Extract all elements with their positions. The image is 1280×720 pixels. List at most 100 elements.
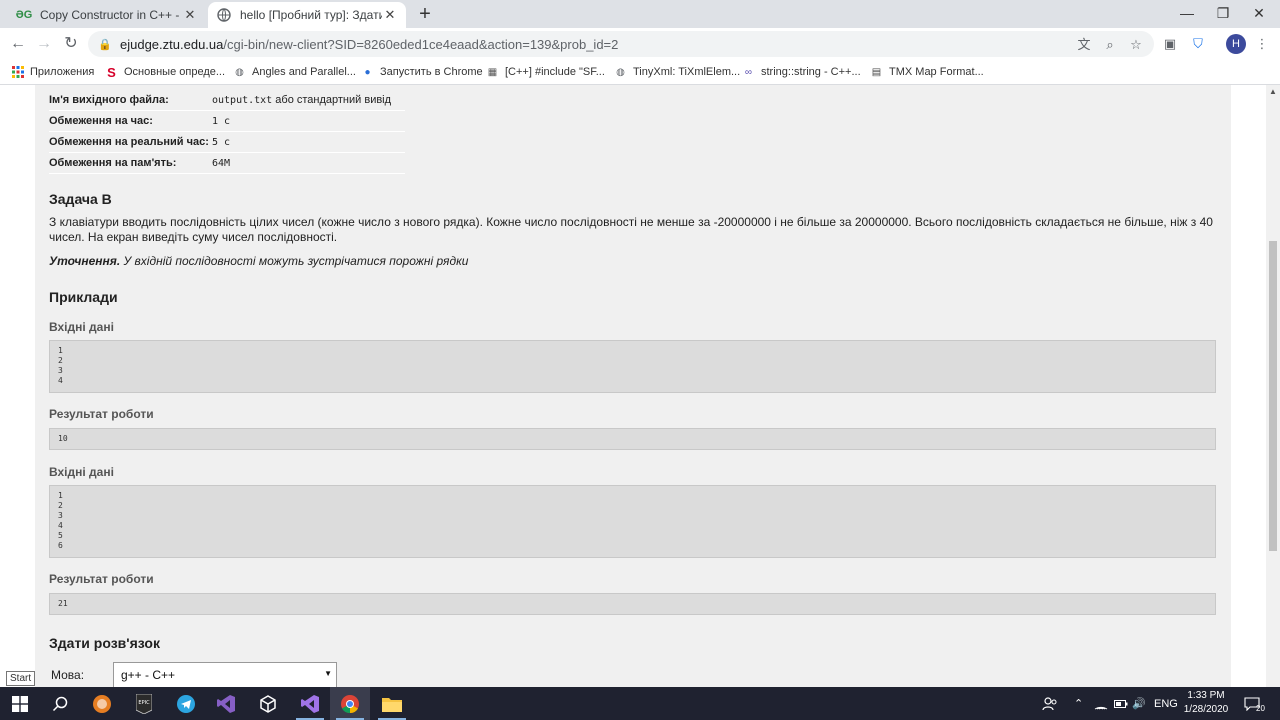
cplusplus-icon: ∞ [744,66,753,78]
examples-title: Приклади [49,289,118,305]
bookmark-item[interactable]: ◍ TinyXml: TiXmlElem... [614,63,740,81]
info-row-time-limit: Обмеження на час: 1 с [49,111,405,132]
start-tooltip: Start [6,671,36,686]
battery-icon[interactable] [1114,687,1128,720]
taskbar: EPIC ⌃ 🔊 ENG 1:33 PM 1/28/2020 20 [0,687,1280,720]
tab-ejudge[interactable]: hello [Пробний тур]: Здати розв'язок ✕ [208,2,406,28]
info-label: Ім'я вихідного файла: [49,94,169,106]
bookmark-item[interactable]: S Основные опреде... [105,63,225,81]
epic-games-icon[interactable]: EPIC [124,687,164,720]
example-input-line: 1 [58,346,63,355]
bookmark-apps[interactable]: Приложения [11,63,94,81]
avatar[interactable]: H [1226,34,1246,54]
network-icon[interactable] [1094,687,1108,720]
dropdown-arrow-icon: ▼ [324,669,332,678]
tab-title: Copy Constructor in C++ - GeeksforGeeks [40,8,182,22]
scroll-up-icon[interactable]: ▲ [1266,87,1280,96]
star-icon[interactable]: ☆ [1126,35,1146,55]
info-value: 5 с [212,136,231,148]
problem-note: Уточнення. У вхідній послідовності можут… [49,254,1219,269]
chevron-up-icon[interactable]: ⌃ [1074,687,1083,720]
bookmark-label: Angles and Parallel... [252,66,356,78]
bookmark-item[interactable]: ▦ [C++] #include "SF... [486,63,605,81]
bookmark-item[interactable]: ● Запустить в Chrome [361,63,482,81]
apps-grid-icon [11,66,24,79]
forward-button[interactable]: → [32,33,56,55]
info-row-output-file: Ім'я вихідного файла: output.txt або ста… [49,90,405,111]
zoom-icon[interactable]: ⌕ [1100,35,1120,55]
lock-icon: 🔒 [98,38,112,51]
example-input-label: Вхідні дані [49,320,114,334]
example-output-box: 10 [49,428,1216,450]
visual-studio-icon[interactable] [206,687,246,720]
problem-title: Задача B [49,191,112,207]
globe-icon [216,7,232,23]
example-output-line: 10 [58,434,68,443]
app-orange-icon[interactable] [82,687,122,720]
problem-panel: Ім'я вихідного файла: output.txt або ста… [35,85,1231,687]
info-row-memory-limit: Обмеження на пам'ять: 64M [49,153,405,174]
shield-icon[interactable]: ⛉ [1188,34,1208,54]
menu-icon[interactable]: ⋮ [1252,34,1272,54]
notification-icon[interactable]: 20 [1244,687,1265,720]
language-select[interactable]: g++ - C++ ▼ [113,662,337,687]
back-button[interactable]: ← [6,33,30,55]
bookmark-item[interactable]: ∞ string::string - C++... [742,63,861,81]
bookmark-label: [C++] #include "SF... [505,66,605,78]
note-text: У вхідній послідовності можуть зустрічат… [120,254,469,268]
info-value-suffix: або стандартний вивід [272,94,392,106]
close-icon[interactable]: ✕ [382,7,398,23]
visual-studio-2-icon[interactable] [290,687,330,720]
example-input-line: 3 [58,366,63,375]
bookmark-item[interactable]: ▤ TMX Map Format... [870,63,984,81]
example-output-label: Результат роботи [49,572,154,586]
translate-icon[interactable]: 文 [1074,35,1094,55]
s-logo-icon: S [107,64,116,80]
clock-date: 1/28/2020 [1183,704,1229,715]
note-label: Уточнення. [49,254,121,268]
address-bar[interactable]: 🔒 ejudge.ztu.edu.ua/cgi-bin/new-client?S… [88,31,1154,57]
volume-icon[interactable]: 🔊 [1132,687,1146,720]
info-row-real-time-limit: Обмеження на реальний час: 5 с [49,132,405,153]
planet-icon: ● [364,66,371,78]
submit-title: Здати розв'язок [49,635,160,651]
windows-start-icon[interactable] [0,687,40,720]
browser-toolbar: ← → ↻ 🔒 ejudge.ztu.edu.ua/cgi-bin/new-cl… [0,28,1280,60]
tab-strip: ƏG Copy Constructor in C++ - GeeksforGee… [0,0,1280,28]
example-input-line: 3 [58,511,63,520]
example-input-line: 1 [58,491,63,500]
bookmarks-bar: Приложения S Основные опреде... ◍ Angles… [0,60,1280,85]
bookmark-item[interactable]: ◍ Angles and Parallel... [233,63,356,81]
close-icon[interactable]: ✕ [182,7,198,23]
globe-icon: ◍ [616,66,625,78]
bookmark-label: string::string - C++... [761,66,861,78]
info-value: output.txt [212,95,273,106]
telegram-icon[interactable] [166,687,206,720]
new-tab-button[interactable]: + [414,4,436,26]
problem-info-table: Ім'я вихідного файла: output.txt або ста… [49,90,405,174]
example-input-box: 1 2 3 4 5 6 [49,485,1216,558]
scrollbar-thumb[interactable] [1269,241,1277,551]
tab-geeksforgeeks[interactable]: ƏG Copy Constructor in C++ - GeeksforGee… [8,2,206,28]
info-label: Обмеження на час: [49,115,153,127]
file-explorer-icon[interactable] [372,687,412,720]
page-scrollbar[interactable]: ▲ [1266,85,1280,687]
system-clock[interactable]: 1:33 PM 1/28/2020 [1180,689,1232,717]
example-input-line: 4 [58,376,63,385]
code-icon: ▦ [487,66,498,78]
input-language[interactable]: ENG [1154,687,1178,720]
search-icon[interactable] [40,687,80,720]
chrome-icon[interactable] [330,687,370,720]
people-icon[interactable] [1042,687,1058,720]
svg-text:EPIC: EPIC [138,700,150,706]
example-input-label: Вхідні дані [49,465,114,479]
example-input-box: 1 2 3 4 [49,340,1216,393]
reload-button[interactable]: ↻ [59,33,83,55]
extension-icon[interactable]: ▣ [1160,34,1180,54]
tab-title: hello [Пробний тур]: Здати розв'язок [240,8,382,22]
close-window-button[interactable]: ✕ [1236,0,1280,28]
doc-icon: ▤ [871,66,882,78]
example-input-line: 6 [58,541,63,550]
unity-icon[interactable] [248,687,288,720]
example-output-line: 21 [58,599,68,608]
